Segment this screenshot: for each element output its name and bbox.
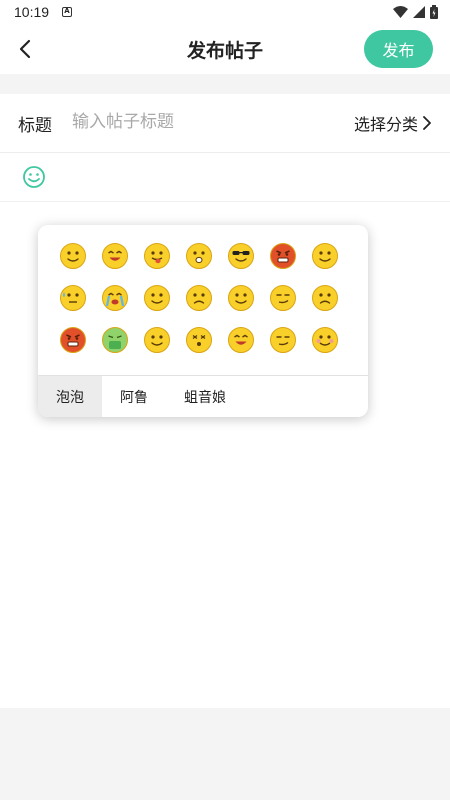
shy-emoji-icon[interactable]	[136, 319, 178, 361]
emoji-tab[interactable]: 阿鲁	[102, 376, 166, 417]
battery-icon	[430, 5, 438, 19]
bottom-area	[0, 708, 450, 800]
salute-emoji-icon[interactable]	[136, 277, 178, 319]
system-icons	[393, 5, 438, 19]
tongue-emoji-icon[interactable]	[136, 235, 178, 277]
title-label: 标题	[18, 116, 52, 136]
emoji-tab[interactable]: 蛆音娘	[166, 376, 244, 417]
chevron-right-icon	[423, 116, 431, 130]
smug-emoji-icon[interactable]	[262, 319, 304, 361]
category-label: 选择分类	[353, 115, 418, 134]
squint-laugh-emoji-icon[interactable]	[220, 319, 262, 361]
laugh-emoji-icon[interactable]	[94, 235, 136, 277]
wifi-icon	[393, 6, 408, 18]
emoji-panel: 泡泡 阿鲁 蛆音娘	[38, 225, 368, 417]
smile-emoji-icon[interactable]	[52, 235, 94, 277]
dizzy-emoji-icon[interactable]	[178, 319, 220, 361]
status-time: 10:19	[14, 4, 50, 20]
smirk-emoji-icon[interactable]	[262, 277, 304, 319]
cry-emoji-icon[interactable]	[94, 277, 136, 319]
status-bar: 10:19 A	[0, 0, 450, 26]
emoji-tab[interactable]: 泡泡	[38, 376, 102, 417]
grin-emoji-icon[interactable]	[304, 235, 346, 277]
blush-emoji-icon[interactable]	[304, 319, 346, 361]
emoji-tabs: 泡泡 阿鲁 蛆音娘	[38, 375, 368, 417]
sad-emoji-icon[interactable]	[304, 277, 346, 319]
cool-emoji-icon[interactable]	[220, 235, 262, 277]
surprised-emoji-icon[interactable]	[178, 235, 220, 277]
notification-icon: A	[62, 7, 72, 17]
header-divider	[0, 74, 450, 94]
thinking-emoji-icon[interactable]	[220, 277, 262, 319]
red-angry-emoji-icon[interactable]	[52, 319, 94, 361]
vomit-emoji-icon[interactable]	[94, 319, 136, 361]
editor-toolbar	[0, 153, 450, 202]
publish-button[interactable]: 发布	[364, 30, 433, 68]
app-header: 发布帖子 发布	[0, 26, 450, 74]
frown-emoji-icon[interactable]	[178, 277, 220, 319]
angry-emoji-icon[interactable]	[262, 235, 304, 277]
sweat-emoji-icon[interactable]	[52, 277, 94, 319]
emoji-toggle-icon[interactable]	[22, 165, 46, 189]
emoji-grid	[52, 235, 352, 361]
category-selector[interactable]: 选择分类	[354, 111, 432, 135]
title-input[interactable]	[72, 108, 322, 136]
signal-icon	[413, 6, 425, 18]
title-row: 标题 选择分类	[0, 94, 450, 153]
